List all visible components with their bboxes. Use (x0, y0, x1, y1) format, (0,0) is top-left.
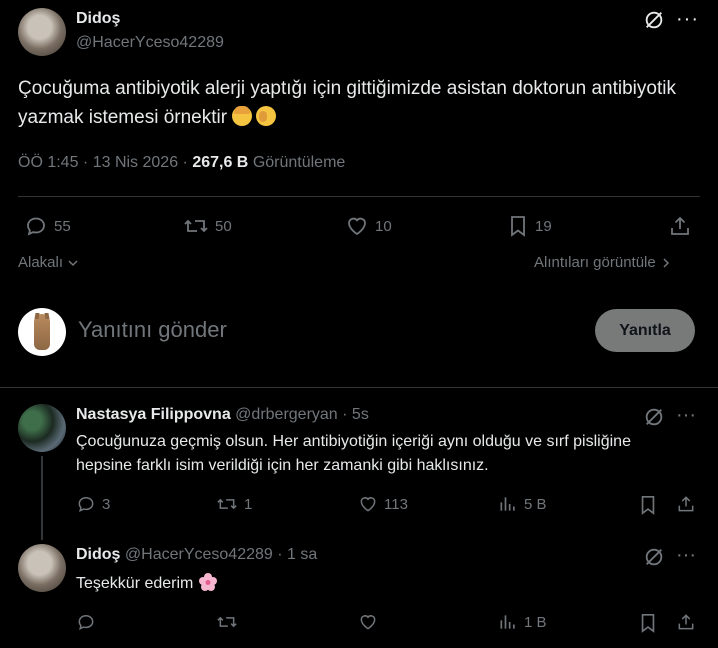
heart-icon (358, 612, 378, 632)
retweet-count: 1 (244, 495, 253, 513)
reply-count: 3 (102, 495, 111, 513)
bookmark-icon (507, 214, 529, 238)
like-count: 113 (384, 495, 408, 513)
thread-line (41, 456, 43, 540)
views-action[interactable]: 5 B (498, 494, 547, 514)
like-action[interactable]: 113 (358, 494, 408, 514)
reply-button-label: Yanıtla (619, 321, 671, 339)
bookmark-icon[interactable] (638, 494, 658, 516)
related-link[interactable]: Alakalı (18, 254, 79, 271)
bookmark-action[interactable]: 19 (507, 214, 552, 238)
reply-text: Teşekkür ederim (76, 575, 194, 592)
like-count: 10 (375, 217, 392, 235)
like-action[interactable]: 10 (345, 214, 392, 238)
grok-icon[interactable] (643, 9, 665, 31)
share-icon[interactable] (676, 494, 696, 514)
more-icon[interactable]: ··· (676, 404, 696, 427)
reply-author-avatar[interactable] (18, 404, 66, 452)
views-label: Görüntüleme (252, 154, 346, 171)
reply-text: Çocuğunuza geçmiş olsun. Her antibiyotiğ… (76, 433, 631, 474)
bookmark-count: 19 (535, 217, 552, 235)
share-icon[interactable] (668, 214, 692, 238)
views-action[interactable]: 1 B (498, 612, 547, 632)
views-count: 5 B (524, 495, 547, 513)
reply-count: 55 (54, 217, 71, 235)
author-avatar[interactable] (18, 8, 66, 56)
reply-action[interactable] (76, 612, 102, 632)
current-user-avatar[interactable] (18, 308, 66, 356)
quotes-label: Alıntıları görüntüle (534, 254, 656, 271)
view-quotes-link[interactable]: Alıntıları görüntüle (534, 254, 672, 271)
related-label: Alakalı (18, 254, 64, 271)
reply-input[interactable]: Yanıtını gönder (78, 317, 227, 343)
grok-icon[interactable] (643, 546, 665, 568)
grok-icon[interactable] (643, 406, 665, 428)
bookmark-icon[interactable] (638, 612, 658, 634)
chevron-down-icon (67, 257, 79, 269)
author-name[interactable]: Didoş (76, 10, 120, 27)
retweet-count: 50 (215, 217, 232, 235)
tweet-text: Çocuğuma antibiyotik alerji yaptığı için… (18, 78, 676, 128)
reply-icon (76, 612, 96, 632)
reply-icon (76, 494, 96, 514)
views-count: 267,6 B (192, 154, 249, 171)
chevron-right-icon (660, 257, 672, 269)
retweet-action[interactable]: 1 (216, 494, 252, 514)
reply-author-avatar[interactable] (18, 544, 66, 592)
cherry-blossom-emoji-icon (198, 572, 218, 592)
facepalm-emoji-icon (256, 106, 277, 126)
reply-timestamp[interactable]: · 1 sa (277, 546, 317, 563)
reply-button[interactable]: Yanıtla (595, 309, 695, 352)
author-handle[interactable]: @HacerYceso42289 (76, 34, 224, 52)
tweet-timestamp[interactable]: ÖÖ 1:45 · 13 Nis 2026 · (18, 154, 192, 171)
heart-icon (358, 494, 378, 514)
retweet-action[interactable]: 50 (183, 214, 232, 238)
retweet-action[interactable] (216, 612, 244, 632)
reply-author-name[interactable]: Nastasya Filippovna (76, 406, 231, 423)
shrug-emoji-icon (232, 106, 253, 126)
retweet-icon (183, 214, 209, 238)
retweet-icon (216, 494, 238, 514)
more-icon[interactable]: ··· (676, 544, 696, 567)
reply-author-handle[interactable]: @drbergeryan (235, 406, 338, 423)
views-icon (498, 612, 518, 632)
views-icon (498, 494, 518, 514)
views-count: 1 B (524, 613, 547, 631)
retweet-icon (216, 612, 238, 632)
like-action[interactable] (358, 612, 384, 632)
heart-icon (345, 214, 369, 238)
reply-author-name[interactable]: Didoş (76, 546, 120, 563)
reply-action[interactable]: 55 (24, 214, 71, 238)
share-icon[interactable] (676, 612, 696, 632)
reply-icon (24, 214, 48, 238)
reply-action[interactable]: 3 (76, 494, 110, 514)
reply-timestamp[interactable]: · 5s (342, 406, 369, 423)
more-icon[interactable]: ··· (676, 8, 699, 31)
reply-author-handle[interactable]: @HacerYceso42289 (125, 546, 273, 563)
